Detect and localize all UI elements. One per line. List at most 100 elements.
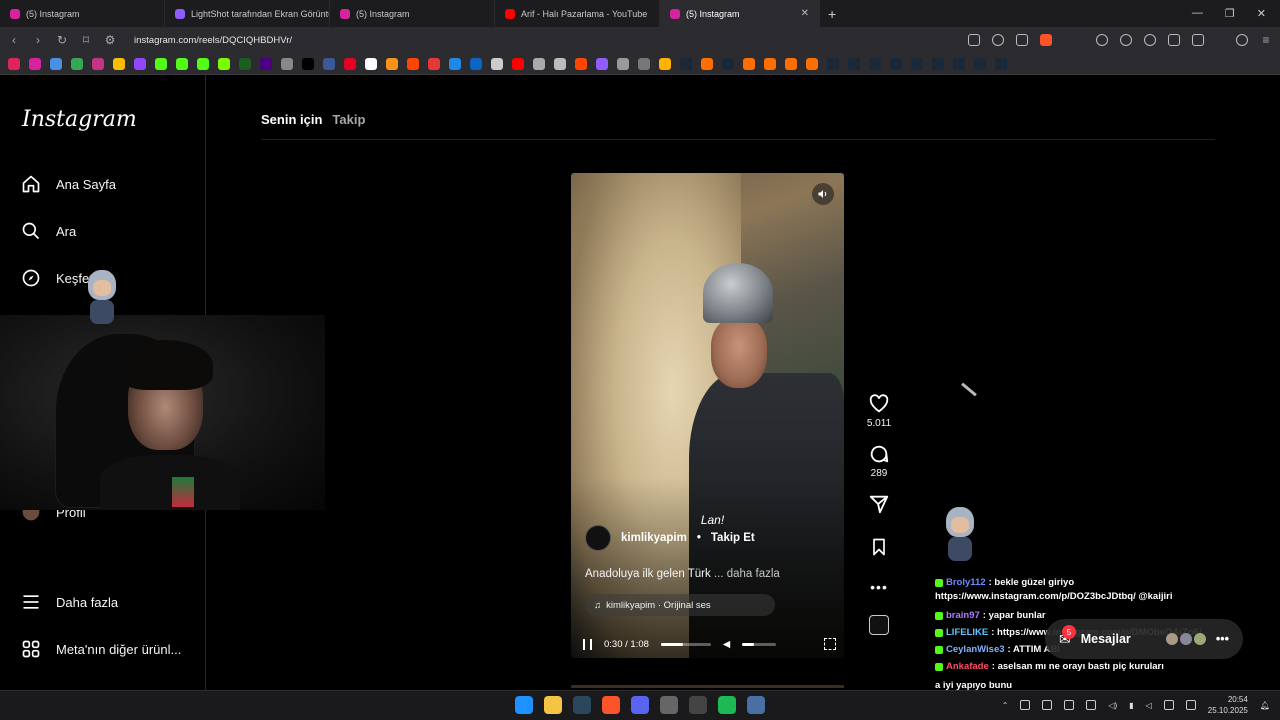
spotify-icon[interactable] [718, 696, 736, 714]
tray-icon[interactable] [1042, 700, 1053, 710]
bookmark-favicon-icon[interactable] [932, 57, 944, 70]
bookmark-favicon-icon[interactable] [638, 57, 650, 70]
instagram-logo[interactable]: Instagram [22, 107, 137, 132]
sidebar-icon[interactable] [1192, 34, 1204, 46]
tab-following[interactable]: Takip [332, 112, 365, 127]
bookmark-icon[interactable]: ⌑ [80, 33, 92, 47]
bookmark-favicon-icon[interactable] [722, 57, 734, 70]
tray-icon[interactable] [1064, 700, 1075, 710]
audio-thumbnail[interactable] [869, 615, 889, 635]
nav-meta-products[interactable]: Meta'nın diğer ürünl... [20, 638, 181, 660]
volume-icon[interactable]: ◁ [1146, 701, 1152, 710]
chat-username[interactable]: LIFELIKE [946, 627, 988, 638]
steam-icon[interactable] [573, 696, 591, 714]
bookmark-favicon-icon[interactable] [554, 57, 566, 70]
obs-icon[interactable] [689, 696, 707, 714]
zoom-icon[interactable] [992, 34, 1004, 46]
volume-toggle-button[interactable] [812, 183, 834, 205]
bookmark-favicon-icon[interactable] [428, 57, 440, 70]
bookmark-favicon-icon[interactable] [974, 57, 986, 70]
discord-icon[interactable] [631, 696, 649, 714]
bookmark-favicon-icon[interactable] [785, 57, 797, 70]
browser-tab[interactable]: LightShot tarafından Ekran Görüntüsü [165, 0, 330, 27]
restore-icon[interactable]: ❐ [1225, 7, 1235, 20]
bookmark-favicon-icon[interactable] [302, 57, 314, 70]
browser-menu-icon[interactable]: ≡ [1260, 33, 1272, 47]
chat-username[interactable]: Ankafade [946, 661, 989, 672]
app2-icon[interactable] [747, 696, 765, 714]
bookmark-favicon-icon[interactable] [260, 57, 272, 70]
tab-for-you[interactable]: Senin için [261, 112, 322, 127]
bookmark-favicon-icon[interactable] [995, 57, 1007, 70]
volume-slider[interactable] [742, 642, 777, 646]
speaker-icon[interactable]: ◁) [1108, 701, 1117, 710]
extension-icon[interactable] [1096, 34, 1108, 46]
bookmark-favicon-icon[interactable] [176, 57, 188, 70]
bookmark-favicon-icon[interactable] [365, 57, 377, 70]
nav-home[interactable]: Ana Sayfa [20, 173, 116, 195]
more-link[interactable]: ... daha fazla [714, 568, 780, 580]
bookmark-favicon-icon[interactable] [743, 57, 755, 70]
bookmark-favicon-icon[interactable] [911, 57, 923, 70]
author-avatar[interactable] [585, 525, 611, 551]
comment-action[interactable]: 289 [868, 443, 890, 479]
app-icon[interactable] [660, 696, 678, 714]
bookmark-favicon-icon[interactable] [218, 57, 230, 70]
bookmark-favicon-icon[interactable] [344, 57, 356, 70]
brave-icon[interactable] [602, 696, 620, 714]
volume-icon[interactable]: ◀ [723, 639, 730, 650]
bookmark-favicon-icon[interactable] [92, 57, 104, 70]
minimize-icon[interactable]: — [1192, 7, 1203, 20]
bookmark-favicon-icon[interactable] [491, 57, 503, 70]
close-tab-icon[interactable]: ✕ [801, 8, 809, 19]
bookmark-favicon-icon[interactable] [8, 57, 20, 70]
tray-icon[interactable] [1086, 700, 1097, 710]
bookmark-favicon-icon[interactable] [386, 57, 398, 70]
bookmark-favicon-icon[interactable] [239, 57, 251, 70]
bookmark-favicon-icon[interactable] [701, 57, 713, 70]
bookmark-favicon-icon[interactable] [764, 57, 776, 70]
share-icon[interactable] [1016, 34, 1028, 46]
bookmark-favicon-icon[interactable] [407, 57, 419, 70]
bookmark-favicon-icon[interactable] [617, 57, 629, 70]
close-window-icon[interactable]: ✕ [1257, 7, 1266, 20]
bookmark-favicon-icon[interactable] [197, 57, 209, 70]
reload-icon[interactable]: ↻ [56, 33, 68, 47]
bookmark-favicon-icon[interactable] [113, 57, 125, 70]
messages-button[interactable]: ✉ Mesajlar ••• [1045, 619, 1243, 659]
browser-tab[interactable]: (5) Instagram [330, 0, 495, 27]
music-icon[interactable] [1236, 34, 1248, 46]
site-info-icon[interactable]: ⚙ [104, 33, 116, 47]
bookmark-favicon-icon[interactable] [71, 57, 83, 70]
cast-icon[interactable] [968, 34, 980, 46]
author-name[interactable]: kimlikyapim [621, 532, 687, 544]
nav-more[interactable]: Daha fazla [20, 591, 118, 613]
reel-video[interactable]: Lan! kimlikyapim • Takip Et Anadoluya il… [571, 173, 844, 658]
bookmark-favicon-icon[interactable] [890, 57, 902, 70]
chat-username[interactable]: CeylanWise3 [946, 644, 1005, 655]
tray-icon[interactable] [1020, 700, 1031, 710]
extension-icon[interactable] [1144, 34, 1156, 46]
save-action[interactable] [869, 537, 889, 557]
extension-icon[interactable] [1120, 34, 1132, 46]
bookmark-favicon-icon[interactable] [470, 57, 482, 70]
chat-username[interactable]: brain97 [946, 610, 980, 621]
bookmark-favicon-icon[interactable] [953, 57, 965, 70]
browser-tab[interactable]: (5) Instagram ✕ [660, 0, 820, 27]
nav-search[interactable]: Ara [20, 220, 76, 242]
bookmark-favicon-icon[interactable] [50, 57, 62, 70]
bookmark-favicon-icon[interactable] [281, 57, 293, 70]
url-field[interactable]: instagram.com/reels/DQCIQHBDHVr/ [134, 35, 292, 46]
pause-icon[interactable] [583, 638, 592, 650]
new-tab-icon[interactable]: + [820, 6, 844, 22]
bookmark-favicon-icon[interactable] [29, 57, 41, 70]
bookmark-favicon-icon[interactable] [596, 57, 608, 70]
bookmark-favicon-icon[interactable] [848, 57, 860, 70]
notification-icon[interactable]: 🔔︎ [1260, 701, 1270, 710]
file-explorer-icon[interactable] [544, 696, 562, 714]
battery-icon[interactable] [1185, 700, 1196, 710]
forward-icon[interactable]: › [32, 33, 44, 47]
clock[interactable]: 20:54 25.10.2025 [1208, 694, 1248, 716]
audio-pill[interactable]: ♫ kimlikyapim · Orijinal ses [585, 594, 775, 616]
share-action[interactable] [868, 493, 890, 515]
